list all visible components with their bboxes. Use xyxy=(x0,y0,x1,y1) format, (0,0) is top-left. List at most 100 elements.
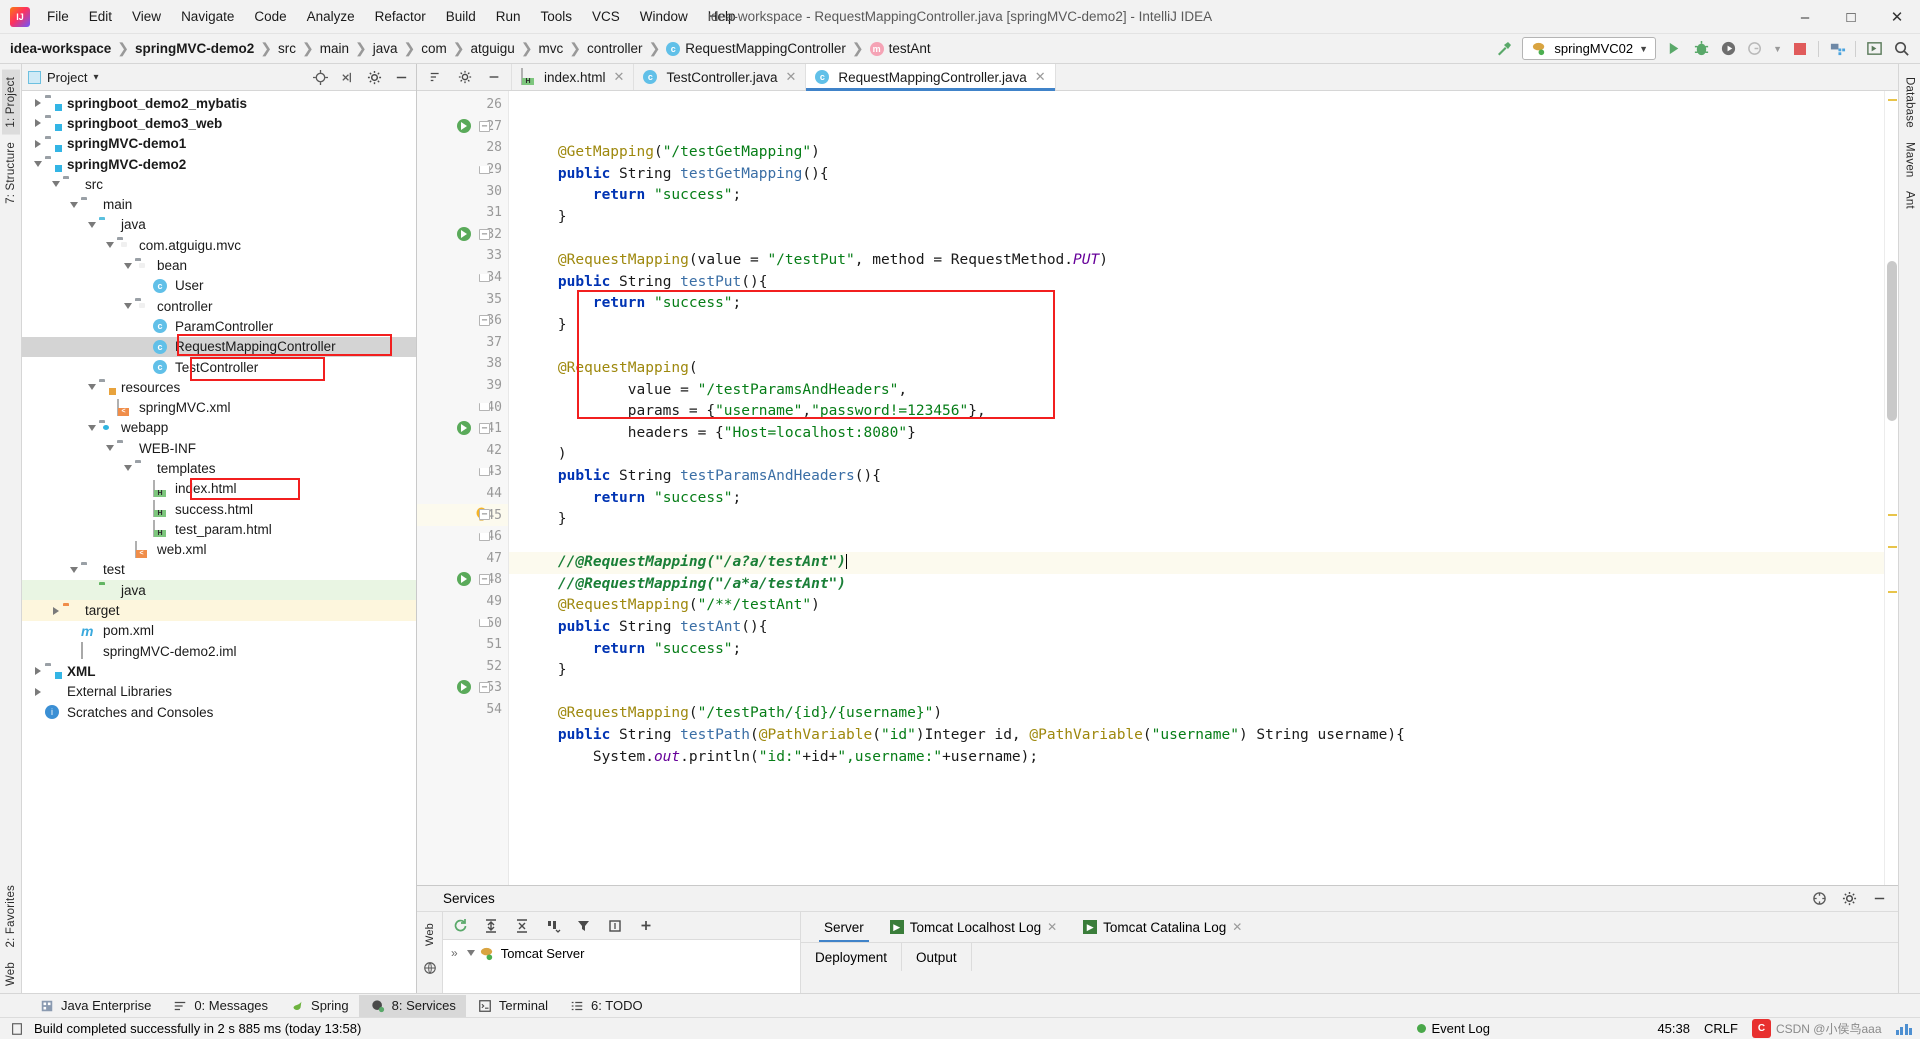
chevron-down-icon-profile[interactable]: ▼ xyxy=(1773,44,1782,54)
tool-window-button-6-todo[interactable]: 6: TODO xyxy=(558,995,653,1017)
maximize-button[interactable]: □ xyxy=(1828,0,1874,34)
close-icon[interactable]: ✕ xyxy=(614,69,625,85)
gutter-line[interactable]: 52 xyxy=(417,655,508,677)
gutter-line[interactable]: 44 xyxy=(417,483,508,505)
filter-icon[interactable] xyxy=(575,917,593,935)
editor-gutter[interactable]: 26 27− 28 29 30 31 32− 33 34 35 36− 37 38 39 40 41− 42 43… xyxy=(417,91,509,885)
tree-node-springmvc-demo1[interactable]: springMVC-demo1 xyxy=(22,134,416,154)
gutter-line[interactable]: 35 xyxy=(417,288,508,310)
gutter-line[interactable]: 54 xyxy=(417,699,508,721)
editor-tab-index-html[interactable]: index.html ✕ xyxy=(512,64,635,90)
tree-node-test[interactable]: test xyxy=(22,560,416,580)
tool-tab-ant[interactable]: Ant xyxy=(1901,184,1919,216)
editor-tab-testcontroller-java[interactable]: c TestController.java ✕ xyxy=(634,64,807,90)
editor-error-stripe[interactable] xyxy=(1884,91,1898,885)
breadcrumb-item-requestmappingcontroller[interactable]: c RequestMappingController xyxy=(666,41,846,56)
menu-bar[interactable]: File Edit View Navigate Code Analyze Refactor B… xyxy=(38,6,745,27)
code-line[interactable]: System.out.println("id:"+id+",username:"… xyxy=(509,747,1884,769)
breadcrumb-item-testant[interactable]: m testAnt xyxy=(869,41,931,56)
breadcrumb-item-atguigu[interactable]: atguigu xyxy=(471,41,515,56)
menu-tools[interactable]: Tools xyxy=(532,6,582,27)
tree-node-java[interactable]: java xyxy=(22,580,416,601)
code-line[interactable]: public String testPath(@PathVariable("id… xyxy=(509,725,1884,747)
tree-twisty-collapsed-icon[interactable] xyxy=(30,667,45,676)
tree-node-index-html[interactable]: index.html xyxy=(22,479,416,499)
code-line[interactable]: return "success"; xyxy=(509,639,1884,661)
minimize-button[interactable]: – xyxy=(1782,0,1828,34)
code-line[interactable]: public String testGetMapping(){ xyxy=(509,164,1884,186)
code-line[interactable]: @RequestMapping("/**/testAnt") xyxy=(509,595,1884,617)
menu-run[interactable]: Run xyxy=(487,6,530,27)
code-line[interactable] xyxy=(509,228,1884,250)
gutter-line[interactable]: 53− xyxy=(417,677,508,699)
menu-navigate[interactable]: Navigate xyxy=(172,6,243,27)
gutter-line[interactable]: 37 xyxy=(417,332,508,354)
gutter-line[interactable]: 50 xyxy=(417,612,508,634)
services-tab-tomcat-catalina-log[interactable]: ▶ Tomcat Catalina Log ✕ xyxy=(1070,912,1255,942)
event-log-label[interactable]: Event Log xyxy=(1431,1021,1490,1036)
gutter-line[interactable]: 46 xyxy=(417,526,508,548)
tree-twisty-collapsed-icon[interactable] xyxy=(48,606,63,615)
tree-twisty-expanded-icon[interactable] xyxy=(66,566,81,573)
code-fold-icon[interactable]: − xyxy=(479,509,490,521)
services-subtab-strip[interactable]: Deployment Output xyxy=(801,942,1898,971)
tree-node-web-inf[interactable]: WEB-INF xyxy=(22,438,416,458)
code-line[interactable] xyxy=(509,336,1884,358)
run-gutter-icon[interactable] xyxy=(457,420,471,435)
gutter-line[interactable]: 40 xyxy=(417,396,508,418)
breadcrumb-item-controller[interactable]: controller xyxy=(587,41,643,56)
code-line[interactable]: @GetMapping("/testGetMapping") xyxy=(509,142,1884,164)
tree-node-target[interactable]: target xyxy=(22,600,416,621)
services-tree[interactable]: » Tomcat Server xyxy=(443,940,800,993)
gutter-line[interactable]: 47 xyxy=(417,547,508,569)
gutter-line[interactable]: 27− xyxy=(417,116,508,138)
menu-file[interactable]: File xyxy=(38,6,78,27)
tree-twisty-expanded-icon[interactable] xyxy=(30,161,45,168)
tree-node-springmvc-demo2[interactable]: springMVC-demo2 xyxy=(22,154,416,174)
tree-node-java[interactable]: java xyxy=(22,215,416,235)
run-configuration-selector[interactable]: springMVC02 ▼ xyxy=(1522,37,1657,60)
tool-tab-web[interactable]: Web xyxy=(2,955,20,993)
collapse-all-icon[interactable] xyxy=(338,68,356,86)
gutter-line[interactable]: 33 xyxy=(417,245,508,267)
caret-position[interactable]: 45:38 xyxy=(1657,1021,1690,1036)
tree-node-com-atguigu-mvc[interactable]: com.atguigu.mvc xyxy=(22,235,416,255)
tree-node-user[interactable]: c User xyxy=(22,276,416,296)
menu-view[interactable]: View xyxy=(123,6,170,27)
chevron-down-icon[interactable]: ▼ xyxy=(1639,44,1648,54)
stop-icon[interactable] xyxy=(1791,40,1809,58)
run-gutter-icon[interactable] xyxy=(457,226,471,241)
add-icon[interactable] xyxy=(637,917,655,935)
editor-tab-requestmappingcontroller-java[interactable]: c RequestMappingController.java ✕ xyxy=(806,64,1056,91)
code-line[interactable]: return "success"; xyxy=(509,488,1884,510)
tree-twisty-expanded-icon[interactable] xyxy=(120,262,135,269)
menu-vcs[interactable]: VCS xyxy=(583,6,629,27)
tree-twisty-collapsed-icon[interactable] xyxy=(30,139,45,148)
menu-refactor[interactable]: Refactor xyxy=(366,6,435,27)
chevron-down-icon-project[interactable]: ▾ xyxy=(93,72,98,83)
tree-node-templates[interactable]: templates xyxy=(22,458,416,478)
globe-icon[interactable] xyxy=(421,959,439,977)
code-line[interactable]: //@RequestMapping("/a?a/testAnt") xyxy=(509,552,1884,574)
code-line[interactable]: headers = {"Host=localhost:8080"} xyxy=(509,423,1884,445)
code-line[interactable]: public String testPut(){ xyxy=(509,272,1884,294)
help-icon[interactable] xyxy=(1810,890,1828,908)
menu-code[interactable]: Code xyxy=(245,6,295,27)
code-line[interactable]: } xyxy=(509,660,1884,682)
code-fold-icon[interactable]: − xyxy=(479,228,490,240)
tree-twisty-collapsed-icon[interactable] xyxy=(30,687,45,696)
gutter-line[interactable]: 34 xyxy=(417,267,508,289)
tree-node-webapp[interactable]: webapp xyxy=(22,418,416,438)
run-gutter-icon[interactable] xyxy=(457,572,471,587)
tree-node-xml[interactable]: XML xyxy=(22,661,416,681)
tree-node-testcontroller[interactable]: c TestController xyxy=(22,357,416,377)
tool-tab-structure[interactable]: 7: Structure xyxy=(2,135,20,211)
gutter-line[interactable]: 32− xyxy=(417,224,508,246)
services-tab-server[interactable]: Server xyxy=(811,912,877,942)
code-line[interactable]: public String testAnt(){ xyxy=(509,617,1884,639)
code-fold-icon[interactable] xyxy=(479,532,490,541)
gear-icon-editor[interactable] xyxy=(456,68,474,86)
gear-icon[interactable] xyxy=(365,68,383,86)
tree-node-web-xml[interactable]: web.xml xyxy=(22,540,416,560)
close-icon[interactable]: ✕ xyxy=(1035,69,1046,85)
